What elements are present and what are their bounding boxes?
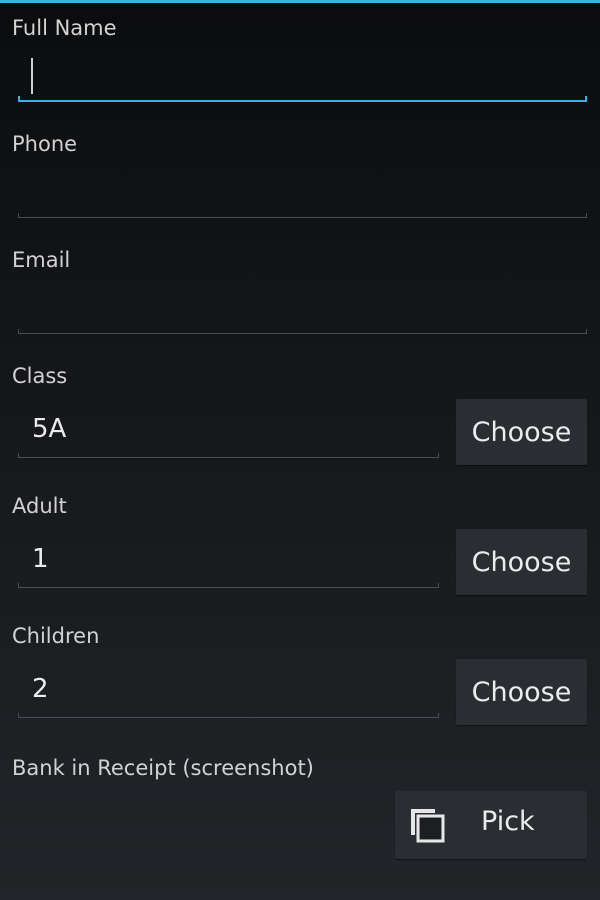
class-input[interactable]: 5A xyxy=(18,408,439,458)
image-stack-icon xyxy=(411,809,445,843)
full-name-input[interactable] xyxy=(18,52,587,102)
adult-input[interactable]: 1 xyxy=(18,538,439,588)
top-accent-line xyxy=(0,0,600,3)
children-choose-button[interactable]: Choose xyxy=(456,659,587,725)
class-value: 5A xyxy=(32,414,67,444)
adult-choose-button[interactable]: Choose xyxy=(456,529,587,595)
children-input[interactable]: 2 xyxy=(18,668,439,718)
receipt-label: Bank in Receipt (screenshot) xyxy=(12,756,314,780)
email-input[interactable] xyxy=(18,284,587,334)
class-choose-button[interactable]: Choose xyxy=(456,399,587,465)
pick-button[interactable]: Pick xyxy=(395,791,587,859)
children-value: 2 xyxy=(32,674,49,704)
phone-input[interactable] xyxy=(18,168,587,218)
phone-label: Phone xyxy=(12,132,78,156)
pick-button-label: Pick xyxy=(481,806,535,837)
text-cursor xyxy=(31,58,33,94)
full-name-label: Full Name xyxy=(12,16,117,40)
adult-value: 1 xyxy=(32,544,49,574)
children-label: Children xyxy=(12,624,100,648)
adult-label: Adult xyxy=(12,494,67,518)
email-label: Email xyxy=(12,248,71,272)
class-label: Class xyxy=(12,364,68,388)
